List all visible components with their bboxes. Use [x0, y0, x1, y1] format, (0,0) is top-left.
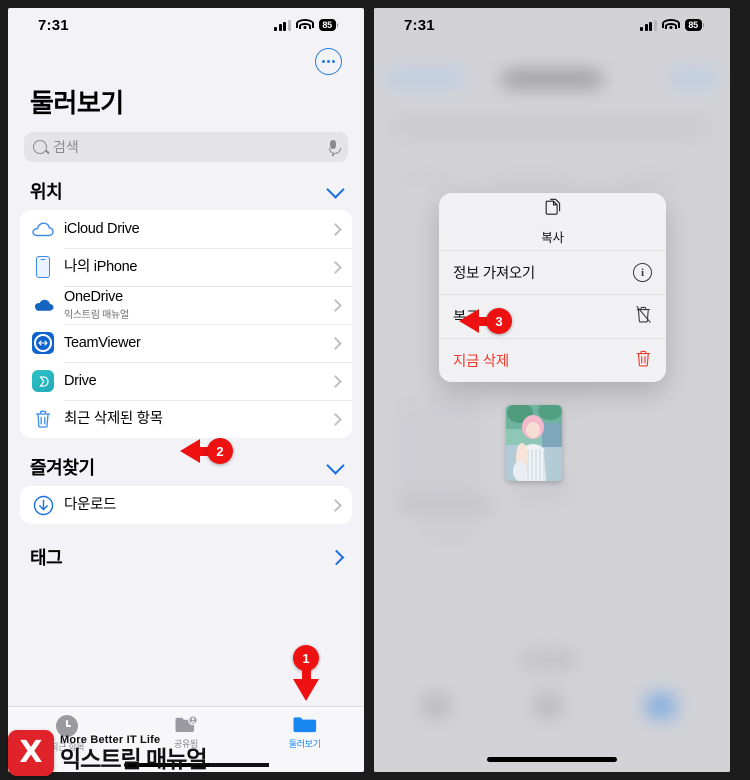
cellular-signal-icon [640, 19, 657, 31]
callout-marker-2: 2 [180, 438, 233, 464]
battery-icon: 85 [318, 19, 338, 31]
battery-icon: 85 [684, 19, 704, 31]
list-item-label: 다운로드 [64, 496, 117, 513]
status-time: 7:31 [38, 16, 69, 34]
blurred-background [374, 8, 730, 772]
watermark-logo-icon: X [8, 730, 54, 776]
context-menu-item-get-info[interactable]: 정보 가져오기 i [439, 250, 666, 294]
left-phone-screen: 7:31 85 둘러보기 검색 위치 iCloud Drive 나의 iPhon… [8, 8, 364, 772]
list-item-onedrive[interactable]: OneDrive 익스트림 매뉴얼 [20, 286, 352, 324]
callout-arrow-down [293, 679, 319, 701]
watermark-logo-letter: X [19, 735, 43, 770]
status-bar-right: 7:31 85 [374, 8, 730, 42]
trash-restore-icon [635, 305, 652, 329]
teamviewer-icon [30, 332, 56, 354]
status-time: 7:31 [404, 16, 435, 34]
right-phone-screen: 7:31 85 복사 정보 가져오기 i 복구 지금 삭제 3 [374, 8, 730, 772]
status-indicators: 85 [640, 19, 704, 31]
callout-marker-1: 1 [293, 645, 319, 701]
status-bar-left: 7:31 85 [8, 8, 364, 42]
chevron-down-icon[interactable] [326, 455, 345, 475]
locations-list: iCloud Drive 나의 iPhone OneDrive 익스트림 매뉴얼 [20, 210, 352, 438]
download-circle-icon [30, 495, 56, 516]
list-item-icloud-drive[interactable]: iCloud Drive [20, 210, 352, 248]
folder-icon [292, 715, 317, 734]
watermark-name: 익스트림 매뉴얼 [60, 746, 208, 772]
context-menu-item-copy[interactable]: 복사 [439, 193, 666, 250]
trash-icon [635, 349, 652, 373]
chevron-right-icon [329, 412, 342, 426]
wifi-icon [295, 19, 314, 31]
status-indicators: 85 [274, 19, 338, 31]
battery-level: 85 [684, 19, 702, 31]
search-input[interactable]: 검색 [24, 132, 348, 162]
chevron-right-icon [329, 298, 342, 312]
photo-thumbnail[interactable] [506, 405, 562, 481]
list-item-label: 최근 삭제된 항목 [64, 410, 163, 427]
list-item-teamviewer[interactable]: TeamViewer [20, 324, 352, 362]
home-indicator [487, 757, 617, 762]
battery-level: 85 [318, 19, 336, 31]
section-title: 즐겨찾기 [30, 458, 95, 478]
chevron-down-icon[interactable] [326, 179, 345, 199]
watermark-tagline: More Better IT Life [60, 734, 161, 746]
callout-arrow-left [180, 439, 200, 463]
context-menu-label: 지금 삭제 [453, 354, 509, 370]
chevron-right-icon [329, 498, 342, 512]
ellipsis-circle-icon[interactable] [315, 48, 342, 75]
section-header-locations[interactable]: 위치 [8, 162, 364, 210]
iphone-icon [30, 256, 56, 278]
chevron-right-icon [329, 336, 342, 350]
search-icon [33, 140, 47, 154]
section-title: 태그 [30, 548, 63, 568]
list-item-label: TeamViewer [64, 334, 141, 351]
list-item-label: Drive [64, 372, 97, 389]
onedrive-icon [30, 298, 56, 312]
list-item-my-iphone[interactable]: 나의 iPhone [20, 248, 352, 286]
chevron-right-icon [329, 222, 342, 236]
list-item-label: 나의 iPhone [64, 258, 138, 275]
wifi-icon [661, 19, 680, 31]
list-item-sublabel: 익스트림 매뉴얼 [64, 310, 129, 322]
list-item-downloads[interactable]: 다운로드 [20, 486, 352, 524]
callout-badge: 2 [207, 438, 233, 464]
favorites-list: 다운로드 [20, 486, 352, 524]
list-item-recently-deleted[interactable]: 최근 삭제된 항목 [20, 400, 352, 438]
section-title: 위치 [30, 182, 63, 202]
list-item-drive[interactable]: Drive [20, 362, 352, 400]
page-title: 둘러보기 [30, 88, 124, 118]
list-item-label: iCloud Drive [64, 220, 140, 237]
copy-icon [544, 198, 562, 222]
screenshot-stage: 7:31 85 둘러보기 검색 위치 iCloud Drive 나의 iPhon… [0, 0, 750, 780]
tab-label: 둘러보기 [288, 739, 321, 749]
section-header-tags[interactable]: 태그 [8, 524, 364, 576]
list-item-label: OneDrive [64, 288, 123, 305]
toolbar-row [8, 42, 364, 75]
watermark: X More Better IT Life 익스트림 매뉴얼 [8, 730, 269, 776]
context-menu-item-delete-now[interactable]: 지금 삭제 [439, 338, 666, 382]
callout-badge: 3 [486, 308, 512, 334]
search-placeholder: 검색 [53, 139, 79, 155]
context-menu-label: 복사 [541, 230, 564, 245]
microphone-icon[interactable] [329, 140, 341, 156]
callout-marker-3: 3 [459, 308, 512, 334]
chevron-right-icon [329, 374, 342, 388]
info-circle-icon: i [633, 263, 652, 282]
watermark-underline [208, 763, 269, 767]
drive-icon [30, 370, 56, 392]
chevron-right-icon [329, 260, 342, 274]
icloud-drive-icon [30, 221, 56, 237]
chevron-right-icon[interactable] [328, 549, 345, 565]
callout-arrow-left [459, 309, 479, 333]
cellular-signal-icon [274, 19, 291, 31]
context-menu: 복사 정보 가져오기 i 복구 지금 삭제 [439, 193, 666, 382]
trash-icon [30, 409, 56, 429]
browse-content: 둘러보기 검색 위치 iCloud Drive 나의 iPhone OneDri… [8, 42, 364, 576]
context-menu-label: 정보 가져오기 [453, 266, 535, 282]
